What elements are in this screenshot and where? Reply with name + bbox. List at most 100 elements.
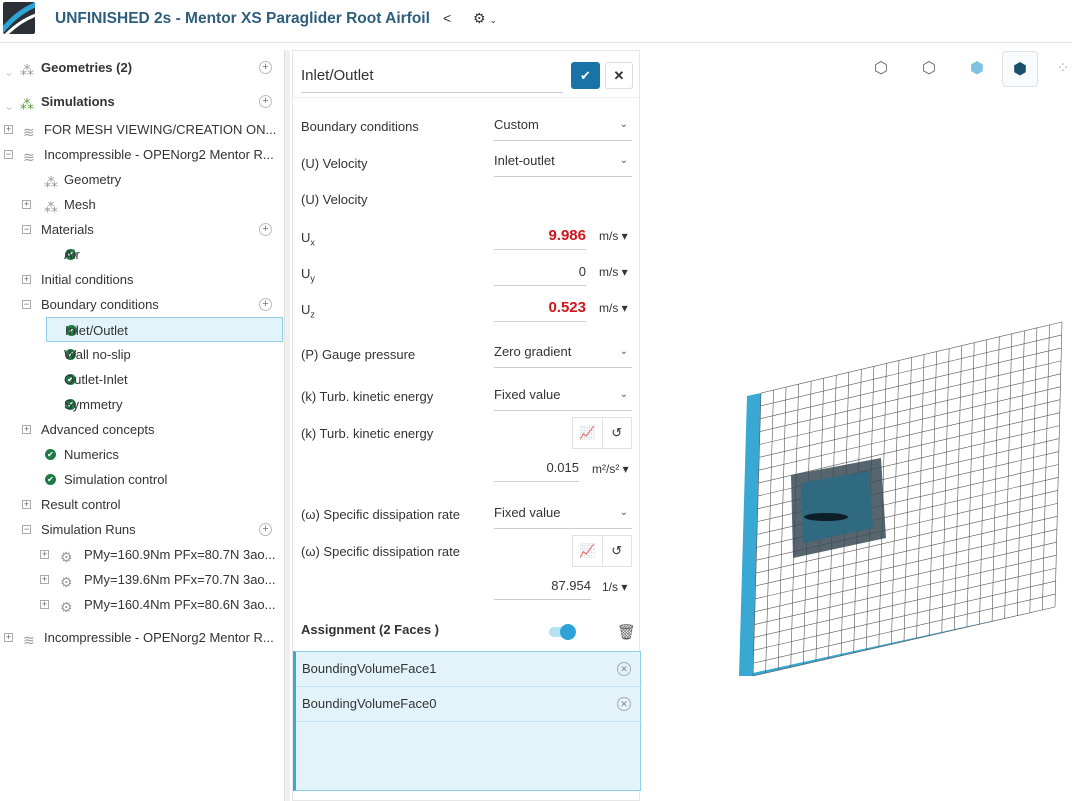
bc-name-input[interactable]: Inlet/Outlet xyxy=(301,67,563,93)
tree-item[interactable]: + ≋ Incompressible - OPENorg2 Mentor R... xyxy=(0,625,284,650)
boundary-condition-panel: Inlet/Outlet ✔ ✕ Boundary conditions Cus… xyxy=(292,50,641,801)
tree-item-label: Advanced concepts xyxy=(41,422,155,437)
tree-item-label: FOR MESH VIEWING/CREATION ON... xyxy=(44,122,277,137)
confirm-button[interactable]: ✔ xyxy=(571,62,600,89)
add-icon[interactable]: + xyxy=(259,523,272,536)
omega-unit-select[interactable]: 1/s ▾ xyxy=(602,580,627,594)
tree-item[interactable]: ✔ Inlet/Outlet xyxy=(46,317,283,342)
omega-chart-button[interactable]: 📈 xyxy=(573,536,602,566)
uy-unit-select[interactable]: m/s ▾ xyxy=(599,265,628,279)
expand-toggle-icon[interactable]: − xyxy=(22,300,31,309)
tree-item-label: Mesh xyxy=(64,197,96,212)
tree-item-label: Materials xyxy=(41,222,94,237)
tree-item[interactable]: + ⁂ Mesh xyxy=(0,192,284,217)
omega-type-select[interactable]: Fixed value ⌄ xyxy=(494,501,632,529)
tree-item-label: Air xyxy=(64,247,80,262)
assignment-toggle[interactable] xyxy=(549,624,576,640)
expand-toggle-icon[interactable]: − xyxy=(4,150,13,159)
tree-item-label: PMy=139.6Nm PFx=70.7N 3ao... xyxy=(84,572,276,587)
uz-label: Uz xyxy=(301,302,315,320)
pressure-type-select[interactable]: Zero gradient ⌄ xyxy=(494,340,632,368)
omega-input[interactable]: 87.954 xyxy=(494,574,591,600)
uy-input[interactable]: 0 xyxy=(494,260,586,286)
tree-item[interactable]: ⁂ Geometry xyxy=(0,167,284,192)
tree-item[interactable]: − ≋ Incompressible - OPENorg2 Mentor R... xyxy=(0,142,284,167)
tree-item[interactable]: ⌄ ⁂ Geometries (2) + xyxy=(0,55,284,80)
expand-toggle-icon[interactable]: + xyxy=(22,200,31,209)
ux-input[interactable]: 9.986 xyxy=(494,224,586,250)
tree-item[interactable]: ⌄ ⁂ Simulations + xyxy=(0,89,284,114)
status-check-icon: ✔ xyxy=(45,449,56,460)
remove-face-icon[interactable]: ✕ xyxy=(617,662,631,676)
chevron-down-icon: ⌄ xyxy=(619,389,628,400)
expand-toggle-icon[interactable]: + xyxy=(40,600,49,609)
omega-label: (ω) Specific dissipation rate xyxy=(301,507,460,522)
assigned-face[interactable]: BoundingVolumeFace0 ✕ xyxy=(296,687,641,722)
ux-unit-select[interactable]: m/s ▾ xyxy=(599,229,628,243)
omega-reset-button[interactable]: ↺ xyxy=(601,536,632,566)
tree-item[interactable]: + ⚙ PMy=160.9Nm PFx=80.7N 3ao... xyxy=(0,542,284,567)
panel-splitter[interactable] xyxy=(284,50,290,801)
close-button[interactable]: ✕ xyxy=(605,62,633,89)
k-input[interactable]: 0.015 xyxy=(494,456,579,482)
mesh-line xyxy=(754,567,1057,638)
tree-item[interactable]: + Advanced concepts xyxy=(0,417,284,442)
uz-unit-select[interactable]: m/s ▾ xyxy=(599,301,628,315)
tree-item[interactable]: ✔ Simulation control xyxy=(0,467,284,492)
expand-toggle-icon[interactable]: + xyxy=(22,500,31,509)
trash-icon[interactable]: 🗑 xyxy=(617,623,636,641)
tree-item[interactable]: ✔ Numerics xyxy=(0,442,284,467)
tree-item[interactable]: − Boundary conditions + xyxy=(0,292,284,317)
collapse-chevron-icon[interactable]: ⌄ xyxy=(4,94,14,119)
tree-item[interactable]: ✔ Symmetry xyxy=(0,392,284,417)
tree-item-label: Incompressible - OPENorg2 Mentor R... xyxy=(44,147,274,162)
k-label-2: (k) Turb. kinetic energy xyxy=(301,426,434,441)
run-gear-icon: ⚙ xyxy=(60,599,73,615)
tree-item[interactable]: − Simulation Runs + xyxy=(0,517,284,542)
expand-toggle-icon[interactable]: + xyxy=(22,425,31,434)
add-icon[interactable]: + xyxy=(259,298,272,311)
assignment-list[interactable]: BoundingVolumeFace1 ✕ BoundingVolumeFace0… xyxy=(293,651,641,791)
share-icon[interactable]: < xyxy=(443,10,451,26)
project-tree: ⌄ ⁂ Geometries (2) + ⌄ ⁂ Simulations + + ≋ FOR MES… xyxy=(0,50,284,801)
add-icon[interactable]: + xyxy=(259,223,272,236)
tree-item[interactable]: + ≋ FOR MESH VIEWING/CREATION ON... xyxy=(0,117,284,142)
tree-item[interactable]: ✔ Air xyxy=(0,242,284,267)
expand-toggle-icon[interactable]: + xyxy=(4,633,13,642)
mesh-line xyxy=(760,347,1062,420)
airfoil-shape xyxy=(804,513,848,521)
expand-toggle-icon[interactable]: + xyxy=(22,275,31,284)
k-reset-button[interactable]: ↺ xyxy=(601,418,632,448)
app-logo[interactable] xyxy=(3,2,35,34)
velocity-type-select[interactable]: Inlet-outlet ⌄ xyxy=(494,149,632,177)
expand-toggle-icon[interactable]: − xyxy=(22,525,31,534)
collapse-chevron-icon[interactable]: ⌄ xyxy=(4,60,14,85)
3d-viewer[interactable]: ⬡ ⬡ ⬢ ⬢ ⁘ xyxy=(641,43,1072,801)
tree-item[interactable]: + Initial conditions xyxy=(0,267,284,292)
tree-item[interactable]: − Materials + xyxy=(0,217,284,242)
mesh-visualization[interactable] xyxy=(641,43,1072,801)
mesh-line xyxy=(760,334,1062,407)
status-check-icon: ✔ xyxy=(45,474,56,485)
k-chart-button[interactable]: 📈 xyxy=(573,418,602,448)
tree-item[interactable]: + Result control xyxy=(0,492,284,517)
tree-item[interactable]: ✔ Outlet-Inlet xyxy=(0,367,284,392)
expand-toggle-icon[interactable]: + xyxy=(40,550,49,559)
add-icon[interactable]: + xyxy=(259,95,272,108)
tree-item[interactable]: ✔ Wall no-slip xyxy=(0,342,284,367)
expand-toggle-icon[interactable]: + xyxy=(40,575,49,584)
tree-item-label: Incompressible - OPENorg2 Mentor R... xyxy=(44,630,274,645)
k-type-select[interactable]: Fixed value ⌄ xyxy=(494,383,632,411)
settings-gear-icon[interactable]: ⚙ ⌄ xyxy=(473,10,497,27)
add-icon[interactable]: + xyxy=(259,61,272,74)
k-unit-select[interactable]: m²/s² ▾ xyxy=(592,462,629,476)
velocity-label-2: (U) Velocity xyxy=(301,192,368,207)
remove-face-icon[interactable]: ✕ xyxy=(617,697,631,711)
expand-toggle-icon[interactable]: + xyxy=(4,125,13,134)
assigned-face[interactable]: BoundingVolumeFace1 ✕ xyxy=(296,652,641,687)
tree-item[interactable]: + ⚙ PMy=160.4Nm PFx=80.6N 3ao... xyxy=(0,592,284,617)
uz-input[interactable]: 0.523 xyxy=(494,296,586,322)
bc-type-select[interactable]: Custom ⌄ xyxy=(494,113,632,141)
tree-item[interactable]: + ⚙ PMy=139.6Nm PFx=70.7N 3ao... xyxy=(0,567,284,592)
expand-toggle-icon[interactable]: − xyxy=(22,225,31,234)
